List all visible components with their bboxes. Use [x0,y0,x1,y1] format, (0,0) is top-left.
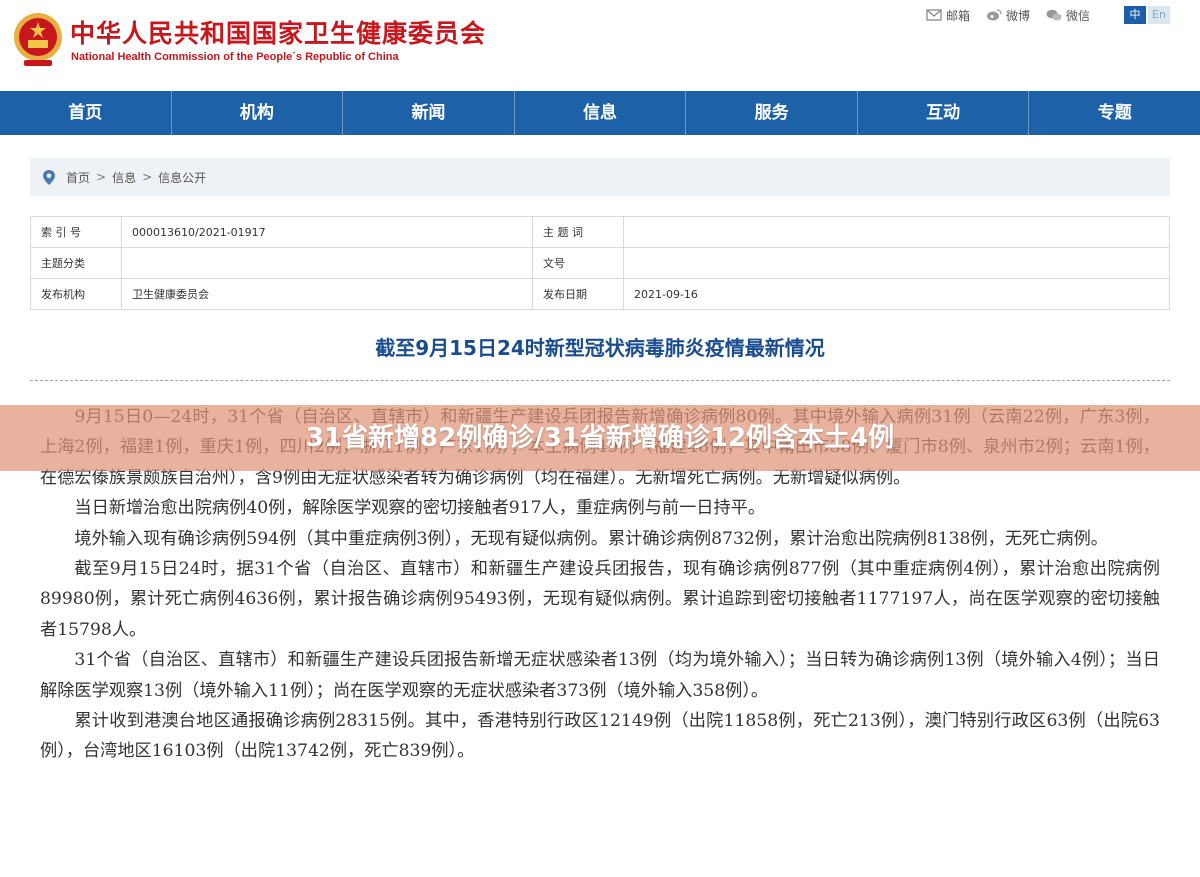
site-subtitle: National Health Commission of the People… [71,51,399,63]
lang-zh-button[interactable]: 中 [1124,6,1146,24]
article-paragraph: 31个省（自治区、直辖市）和新疆生产建设兵团报告新增无症状感染者13例（均为境外… [40,650,1160,701]
nav-institutions[interactable]: 机构 [172,91,344,135]
nav-topics[interactable]: 专题 [1029,91,1200,135]
weibo-link[interactable]: 微博 [986,7,1030,24]
nav-interaction[interactable]: 互动 [858,91,1030,135]
main-nav: 首页 机构 新闻 信息 服务 互动 专题 [0,91,1200,135]
meta-value [623,216,1170,248]
breadcrumb-separator: > [142,170,153,184]
wechat-link[interactable]: 微信 [1046,7,1090,24]
breadcrumb-public-info[interactable]: 信息公开 [158,169,206,186]
mail-link[interactable]: 邮箱 [926,7,970,24]
article-title: 截至9月15日24时新型冠状病毒肺炎疫情最新情况 [375,336,825,360]
meta-value: 2021-09-16 [623,278,1170,310]
meta-key: 发布日期 [532,278,624,310]
mail-label: 邮箱 [945,8,970,23]
top-links: 邮箱 微博 微信 中 En [910,6,1170,24]
meta-key: 主 题 词 [532,216,624,248]
article-paragraph: 当日新增治愈出院病例40例，解除医学观察的密切接触者917人，重症病例与前一日持… [74,498,766,519]
document-meta-table: 索 引 号 000013610/2021-01917 主 题 词 主题分类 文号… [30,216,1170,310]
breadcrumb-home[interactable]: 首页 [66,169,90,186]
article-paragraph: 截至9月15日24时，据31个省（自治区、直辖市）和新疆生产建设兵团报告，现有确… [40,559,1160,640]
meta-value [121,247,533,279]
table-row: 主题分类 文号 [30,247,1170,279]
table-row: 发布机构 卫生健康委员会 发布日期 2021-09-16 [30,278,1170,310]
headline-banner-text: 31省新增82例确诊/31省新增确诊12例含本土4例 [305,423,895,453]
wechat-icon [1046,9,1062,21]
meta-key: 主题分类 [30,247,122,279]
article-paragraph: 境外输入现有确诊病例594例（其中重症病例3例），无现有疑似病例。累计确诊病例8… [74,528,1108,549]
article-paragraph: 累计收到港澳台地区通报确诊病例28315例。其中，香港特别行政区12149例（出… [40,711,1160,762]
location-pin-icon [43,169,55,185]
title-divider [30,380,1170,381]
table-row: 索 引 号 000013610/2021-01917 主 题 词 [30,216,1170,248]
nav-news[interactable]: 新闻 [343,91,515,135]
meta-key: 索 引 号 [30,216,122,248]
breadcrumb-separator: > [96,170,107,184]
lang-en-button[interactable]: En [1148,6,1170,24]
meta-key: 文号 [532,247,624,279]
meta-key: 发布机构 [30,278,122,310]
site-header: 中华人民共和国国家卫生健康委员会 National Health Commiss… [0,0,1200,90]
nav-home[interactable]: 首页 [0,91,172,135]
weibo-label: 微博 [1005,8,1030,23]
mail-icon [926,9,942,21]
meta-value [623,247,1170,279]
breadcrumb: 首页 > 信息 > 信息公开 [30,158,1170,196]
nav-services[interactable]: 服务 [686,91,858,135]
breadcrumb-information[interactable]: 信息 [112,169,136,186]
meta-value: 卫生健康委员会 [121,278,533,310]
wechat-label: 微信 [1065,8,1090,23]
national-emblem-icon [14,13,62,66]
nav-information[interactable]: 信息 [515,91,687,135]
language-switch: 中 En [1122,6,1170,24]
meta-value: 000013610/2021-01917 [121,216,533,248]
weibo-icon [986,9,1002,21]
site-title[interactable]: 中华人民共和国国家卫生健康委员会 [70,14,486,50]
